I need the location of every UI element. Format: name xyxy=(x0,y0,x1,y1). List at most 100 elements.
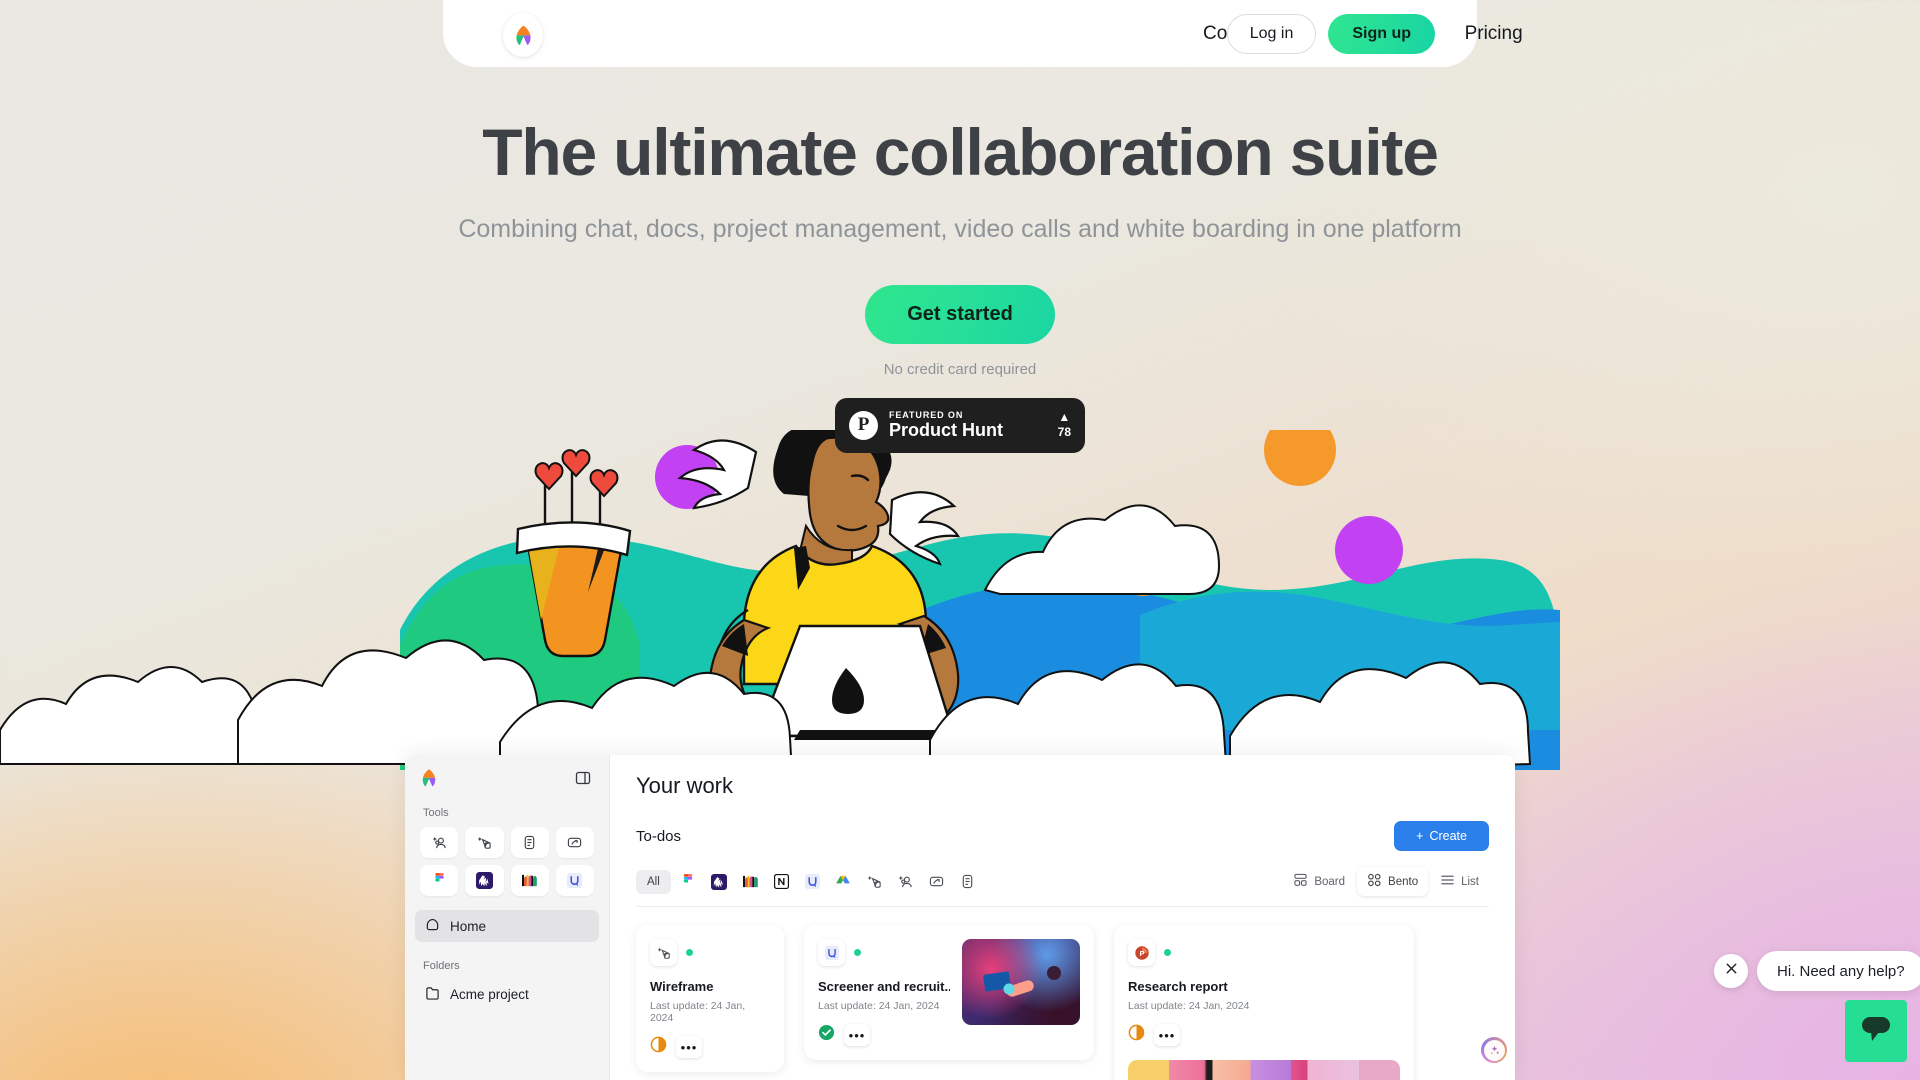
no-credit-card-note: No credit card required xyxy=(883,360,1037,378)
login-button[interactable]: Log in xyxy=(1226,13,1317,54)
filter-miro-icon[interactable] xyxy=(706,868,733,895)
filter-ai-cursor-icon[interactable] xyxy=(861,868,888,895)
filter-whiteboard-icon[interactable] xyxy=(923,868,950,895)
app-sidebar: Tools Home Folders Acme project xyxy=(405,755,610,1080)
card-footer: ••• xyxy=(1128,1024,1400,1046)
cards-grid: Wireframe Last update: 24 Jan, 2024 ••• xyxy=(636,925,1489,1080)
folder-icon xyxy=(425,986,440,1003)
card-body: Screener and recruit... Last update: 24 … xyxy=(818,939,950,1046)
product-hunt-upvote[interactable]: ▲ 78 xyxy=(1058,411,1071,439)
check-circle-green-icon[interactable] xyxy=(818,1024,835,1046)
card-footer: ••• xyxy=(650,1036,770,1058)
card-thumbnail xyxy=(962,939,1080,1025)
brand-logo[interactable] xyxy=(503,13,543,57)
view-board[interactable]: Board xyxy=(1283,867,1355,896)
upvote-count: 78 xyxy=(1057,425,1071,440)
sidebar-header xyxy=(405,755,609,789)
app-preview-window: Tools Home Folders Acme project Your wor… xyxy=(405,755,1515,1080)
card-wireframe[interactable]: Wireframe Last update: 24 Jan, 2024 ••• xyxy=(636,925,784,1072)
card-research-report[interactable]: P Research report Last update: 24 Jan, 2… xyxy=(1114,925,1414,1080)
status-dot xyxy=(854,949,861,956)
view-switcher: Board Bento List xyxy=(1283,867,1489,896)
view-bento[interactable]: Bento xyxy=(1357,867,1429,896)
card-title: Research report xyxy=(1128,979,1228,994)
sidebar-folder-acme-project[interactable]: Acme project xyxy=(405,980,609,1008)
svg-text:P: P xyxy=(1139,949,1144,958)
close-icon xyxy=(1724,961,1739,981)
filter-and-view-row: All Board Bento List xyxy=(636,867,1489,907)
card-title: Wireframe xyxy=(650,979,714,994)
nav-link-pricing[interactable]: Pricing xyxy=(1465,23,1523,45)
tool-ai-cursor[interactable] xyxy=(465,827,504,858)
card-title: Screener and recruit... xyxy=(818,979,950,994)
card-screener-and-recruit[interactable]: Screener and recruit... Last update: 24 … xyxy=(804,925,1094,1060)
half-circle-orange-icon[interactable] xyxy=(650,1036,667,1058)
filter-figma-icon[interactable] xyxy=(675,868,702,895)
filter-usertesting-icon[interactable] xyxy=(799,868,826,895)
upvote-arrow-icon: ▲ xyxy=(1058,410,1071,425)
tool-miro[interactable] xyxy=(465,865,504,896)
ai-assistant-button[interactable] xyxy=(1481,1037,1507,1063)
view-list[interactable]: List xyxy=(1430,868,1489,895)
more-options-icon[interactable]: ••• xyxy=(1154,1024,1180,1046)
brand-logo-icon[interactable] xyxy=(419,767,439,789)
nav-actions: Log in Sign up xyxy=(1226,0,1435,67)
get-started-button[interactable]: Get started xyxy=(865,284,1055,344)
hero-section: The ultimate collaboration suite Combini… xyxy=(0,115,1920,453)
card-footer: ••• xyxy=(818,1024,950,1046)
tool-usertesting[interactable] xyxy=(555,865,594,896)
card-header xyxy=(818,939,950,966)
half-circle-orange-icon[interactable] xyxy=(1128,1024,1145,1046)
card-header: P xyxy=(1128,939,1400,966)
top-navigation-bar: Community Product Pricing Log in Sign up xyxy=(443,0,1523,67)
usertesting-icon xyxy=(818,939,845,966)
tool-ai-people[interactable] xyxy=(420,827,459,858)
filter-mural-icon[interactable] xyxy=(737,868,764,895)
sidebar-item-home[interactable]: Home xyxy=(415,910,599,942)
filter-document-icon[interactable] xyxy=(954,868,981,895)
product-hunt-featured-label: FEATURED ON xyxy=(889,409,964,420)
chat-launcher-button[interactable] xyxy=(1845,1000,1907,1062)
chat-bubble-icon xyxy=(1859,1013,1893,1050)
chat-greeting-bubble[interactable]: Hi. Need any help? xyxy=(1757,951,1920,991)
filter-notion-icon[interactable] xyxy=(768,868,795,895)
tool-whiteboard[interactable] xyxy=(555,827,594,858)
tools-grid xyxy=(405,827,609,896)
status-dot xyxy=(1164,949,1171,956)
powerpoint-icon: P xyxy=(1128,939,1155,966)
filter-all[interactable]: All xyxy=(636,869,671,894)
plus-icon: + xyxy=(1416,829,1424,843)
main-title: Your work xyxy=(636,773,734,798)
product-hunt-name: Product Hunt xyxy=(889,419,1003,440)
more-options-icon[interactable]: ••• xyxy=(844,1024,870,1046)
product-hunt-text: FEATURED ON Product Hunt xyxy=(889,410,1058,441)
card-header xyxy=(650,939,770,966)
bento-view-icon xyxy=(1367,873,1382,890)
product-hunt-badge[interactable]: P FEATURED ON Product Hunt ▲ 78 xyxy=(835,397,1085,453)
panel-toggle-icon[interactable] xyxy=(575,770,591,786)
brand-logo-icon xyxy=(503,13,543,57)
view-bento-label: Bento xyxy=(1388,875,1419,888)
create-button[interactable]: + Create xyxy=(1394,821,1489,851)
tools-section-label: Tools xyxy=(423,807,449,819)
card-last-update: Last update: 24 Jan, 2024 xyxy=(1128,1000,1250,1012)
tool-mural[interactable] xyxy=(510,865,549,896)
chat-close-button[interactable] xyxy=(1714,954,1748,988)
card-last-update: Last update: 24 Jan, 2024 xyxy=(650,1000,746,1024)
filter-google-drive-icon[interactable] xyxy=(830,868,857,895)
product-hunt-icon: P xyxy=(849,410,878,440)
more-options-icon[interactable]: ••• xyxy=(676,1036,702,1058)
todos-label: To-dos xyxy=(636,827,682,845)
ai-sparkle-icon xyxy=(1483,1039,1505,1061)
filter-chips: All xyxy=(636,868,981,895)
status-dot xyxy=(686,949,693,956)
folder-label: Acme project xyxy=(450,986,529,1002)
list-view-icon xyxy=(1440,874,1455,889)
filter-ai-people-icon[interactable] xyxy=(892,868,919,895)
signup-button[interactable]: Sign up xyxy=(1328,13,1435,54)
tool-figma[interactable] xyxy=(420,865,459,896)
tool-document[interactable] xyxy=(510,827,549,858)
hero-subheadline: Combining chat, docs, project management… xyxy=(458,215,1462,244)
create-button-label: Create xyxy=(1429,829,1467,843)
page-title: The ultimate collaboration suite xyxy=(482,115,1439,189)
